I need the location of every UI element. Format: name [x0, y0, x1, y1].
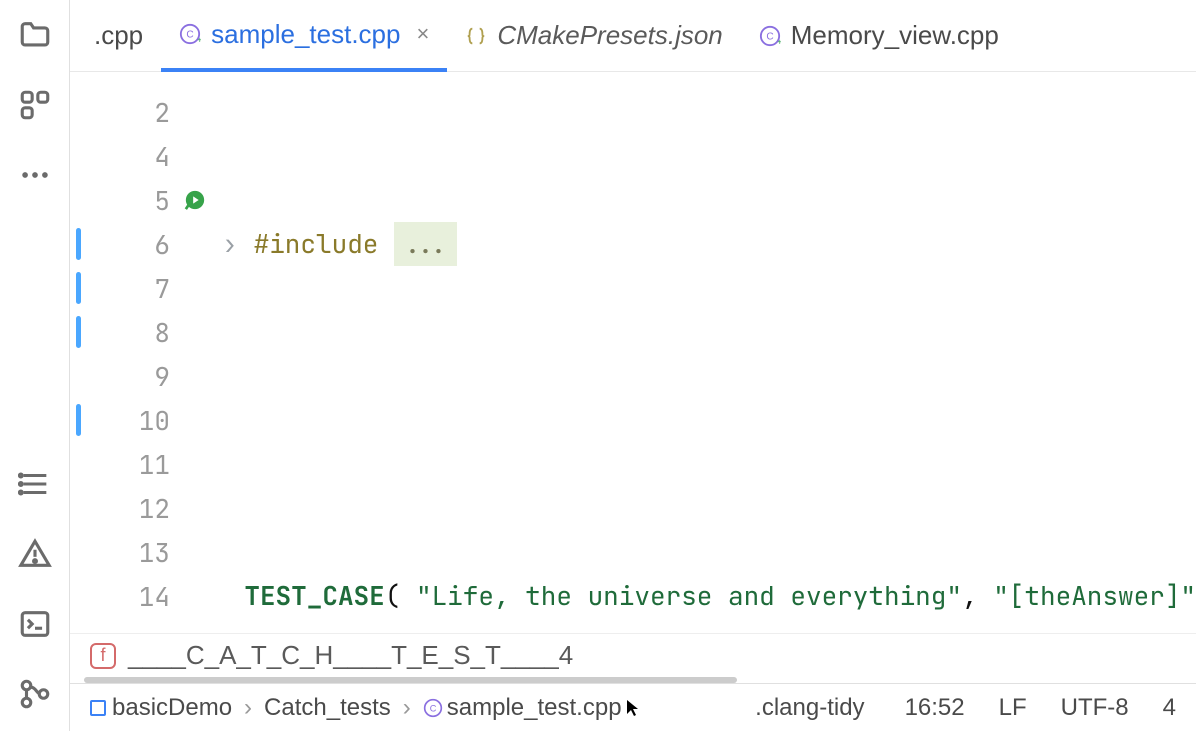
cpp-file-icon: C [423, 698, 443, 718]
code-line[interactable]: TEST_CASE( "Life, the universe and every… [216, 574, 1196, 618]
vcs-change-marker[interactable] [76, 404, 81, 436]
status-line-separator[interactable]: LF [999, 694, 1027, 722]
close-tab-icon[interactable]: × [416, 21, 429, 47]
module-icon [90, 700, 106, 716]
svg-text:+: + [197, 35, 201, 44]
chevron-right-icon: › [242, 694, 254, 722]
status-clang-tidy[interactable]: .clang-tidy [755, 694, 864, 722]
tab-label: Memory_view.cpp [791, 20, 999, 51]
svg-text:C: C [429, 703, 436, 713]
mouse-cursor-icon [624, 698, 644, 718]
tab-label: .cpp [94, 20, 143, 51]
terminal-tool-icon[interactable] [18, 607, 52, 641]
status-cursor-pos[interactable]: 16:52 [905, 694, 965, 722]
code-editor[interactable]: 2 4 5 6 7 8 9 10 11 12 13 14 [70, 72, 1196, 633]
todo-tool-icon[interactable] [18, 467, 52, 501]
status-encoding[interactable]: UTF-8 [1061, 694, 1129, 722]
line-number[interactable]: 14 [70, 574, 180, 618]
vcs-tool-icon[interactable] [18, 677, 52, 711]
status-indent[interactable]: 4 [1163, 694, 1176, 722]
tab-label: sample_test.cpp [211, 19, 400, 50]
tab-label: CMakePresets.json [497, 20, 722, 51]
breadcrumb-file[interactable]: Csample_test.cpp [423, 694, 644, 722]
editor-tabs: .cpp C+ sample_test.cpp × CMakePresets.j… [70, 0, 1196, 72]
structure-tool-icon[interactable] [18, 88, 52, 122]
tab-prev-cpp[interactable]: .cpp [76, 0, 161, 72]
line-number[interactable]: 4 [70, 134, 180, 178]
cpp-file-icon: C+ [759, 25, 781, 47]
breadcrumb-module[interactable]: basicDemo [90, 694, 232, 722]
vcs-change-marker[interactable] [76, 316, 81, 348]
code-body[interactable]: ›#include ... TEST_CASE( "Life, the univ… [210, 72, 1196, 633]
tool-window-bar [0, 0, 70, 731]
line-number[interactable]: 10 [70, 398, 180, 442]
function-breadcrumb: f ____C_A_T_C_H____T_E_S_T____4 [70, 633, 1196, 677]
svg-text:C: C [766, 31, 773, 42]
breadcrumb-folder[interactable]: Catch_tests [264, 694, 391, 722]
vcs-change-marker[interactable] [76, 272, 81, 304]
line-number[interactable]: 12 [70, 486, 180, 530]
svg-text:C: C [187, 30, 194, 41]
line-number[interactable]: 8 [70, 310, 180, 354]
more-tool-icon[interactable] [18, 158, 52, 192]
svg-text:+: + [777, 37, 781, 46]
run-test-icon[interactable] [184, 189, 206, 211]
cpp-file-icon: C+ [179, 23, 201, 45]
line-number[interactable]: 5 [70, 178, 180, 222]
line-number[interactable]: 11 [70, 442, 180, 486]
line-number-gutter: 2 4 5 6 7 8 9 10 11 12 13 14 [70, 72, 180, 633]
line-number[interactable]: 7 [70, 266, 180, 310]
project-tool-icon[interactable] [18, 18, 52, 52]
line-number[interactable]: 9 [70, 354, 180, 398]
line-number[interactable]: 2 [70, 90, 180, 134]
tab-sample-test[interactable]: C+ sample_test.cpp × [161, 0, 447, 72]
vcs-change-marker[interactable] [76, 228, 81, 260]
chevron-right-icon: › [401, 694, 413, 722]
status-bar: basicDemo › Catch_tests › Csample_test.c… [70, 683, 1196, 731]
tab-memory-view[interactable]: C+ Memory_view.cpp [741, 0, 1017, 72]
run-gutter [180, 72, 210, 633]
code-line[interactable]: ›#include ... [216, 222, 1196, 266]
line-number[interactable]: 13 [70, 530, 180, 574]
folded-region[interactable]: ... [394, 222, 457, 266]
fold-toggle-icon[interactable]: › [216, 222, 254, 266]
problems-tool-icon[interactable] [18, 537, 52, 571]
code-line[interactable] [216, 398, 1196, 442]
function-badge-icon: f [90, 643, 116, 669]
json-file-icon [465, 25, 487, 47]
line-number[interactable]: 6 [70, 222, 180, 266]
tab-cmakepresets[interactable]: CMakePresets.json [447, 0, 740, 72]
editor-main: .cpp C+ sample_test.cpp × CMakePresets.j… [70, 0, 1196, 731]
function-name[interactable]: ____C_A_T_C_H____T_E_S_T____4 [128, 640, 573, 671]
